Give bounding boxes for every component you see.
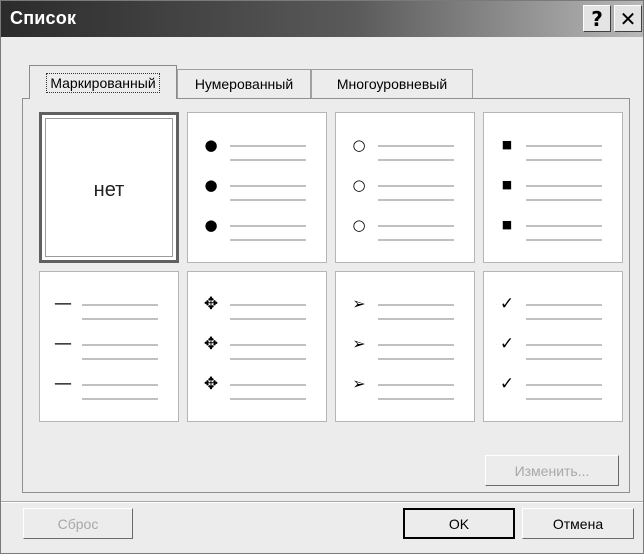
- hollow-circle-bullet-icon: ○: [352, 216, 366, 234]
- cancel-button[interactable]: Отмена: [522, 508, 634, 539]
- tab-numbered-label: Нумерованный: [194, 76, 294, 92]
- preview-line: [526, 239, 602, 241]
- bullet-style-square[interactable]: ■ ■ ■: [483, 112, 623, 263]
- preview-line: [526, 358, 602, 360]
- title-bar: Список ? ✕: [1, 1, 643, 37]
- reset-button-label: Сброс: [57, 515, 99, 532]
- preview-line: [526, 318, 602, 320]
- preview-line: [378, 199, 454, 201]
- checkmark-bullet-icon: ✓: [499, 374, 515, 394]
- preview-line: [526, 398, 602, 400]
- tab-bulleted-label: Маркированный: [46, 72, 160, 93]
- preview-line: [378, 318, 454, 320]
- preview-line: [230, 159, 306, 161]
- square-bullet-icon: ■: [501, 218, 513, 231]
- preview-line: [82, 304, 158, 306]
- dash-bullet-icon: —: [54, 293, 72, 314]
- tab-multilevel-label: Многоуровневый: [336, 76, 448, 92]
- preview-line: [378, 384, 454, 386]
- preview-line: [526, 225, 602, 227]
- preview-line: [230, 318, 306, 320]
- bullet-style-arrowhead[interactable]: ➢ ➢ ➢: [335, 271, 475, 422]
- square-bullet-icon: ■: [501, 178, 513, 191]
- preview-line: [230, 199, 306, 201]
- arrowhead-bullet-icon: ➢: [352, 334, 366, 353]
- four-diamonds-bullet-icon: ✥: [203, 294, 219, 314]
- reset-button[interactable]: Сброс: [23, 508, 133, 539]
- dash-bullet-icon: —: [54, 333, 72, 354]
- footer-separator: [1, 501, 643, 503]
- four-diamonds-bullet-icon: ✥: [203, 374, 219, 394]
- preview-line: [82, 318, 158, 320]
- window-title: Список: [10, 8, 77, 28]
- hollow-circle-bullet-icon: ○: [352, 176, 366, 194]
- checkmark-bullet-icon: ✓: [499, 294, 515, 314]
- arrowhead-bullet-icon: ➢: [352, 374, 366, 393]
- help-icon: ?: [591, 6, 603, 31]
- ok-button-label: OK: [448, 515, 470, 532]
- filled-circle-bullet-icon: ●: [204, 216, 218, 234]
- preview-line: [378, 159, 454, 161]
- preview-line: [526, 199, 602, 201]
- filled-circle-bullet-icon: ●: [204, 176, 218, 194]
- hollow-circle-bullet-icon: ○: [352, 136, 366, 154]
- bullet-style-four-diamonds[interactable]: ✥ ✥ ✥: [187, 271, 327, 422]
- preview-line: [526, 159, 602, 161]
- preview-line: [82, 384, 158, 386]
- close-button[interactable]: ✕: [614, 5, 642, 32]
- ok-button[interactable]: OK: [403, 508, 515, 539]
- preview-line: [378, 145, 454, 147]
- preview-line: [82, 398, 158, 400]
- preview-line: [82, 344, 158, 346]
- preview-line: [378, 304, 454, 306]
- square-bullet-icon: ■: [501, 138, 513, 151]
- four-diamonds-bullet-icon: ✥: [203, 334, 219, 354]
- preview-line: [230, 145, 306, 147]
- modify-button[interactable]: Изменить...: [485, 455, 619, 486]
- preview-line: [526, 304, 602, 306]
- preview-line: [378, 358, 454, 360]
- tab-multilevel[interactable]: Многоуровневый: [311, 69, 473, 98]
- preview-line: [526, 344, 602, 346]
- preview-line: [230, 239, 306, 241]
- bullet-style-dash[interactable]: — — —: [39, 271, 179, 422]
- preview-line: [378, 344, 454, 346]
- bullet-style-checkmark[interactable]: ✓ ✓ ✓: [483, 271, 623, 422]
- tab-bulleted[interactable]: Маркированный: [29, 65, 177, 99]
- preview-line: [230, 185, 306, 187]
- bullet-style-filled-circle[interactable]: ● ● ●: [187, 112, 327, 263]
- preview-line: [526, 185, 602, 187]
- help-button[interactable]: ?: [583, 5, 611, 32]
- arrowhead-bullet-icon: ➢: [352, 294, 366, 313]
- preview-line: [526, 145, 602, 147]
- tab-numbered[interactable]: Нумерованный: [177, 69, 311, 98]
- bullet-style-hollow-circle[interactable]: ○ ○ ○: [335, 112, 475, 263]
- preview-line: [378, 398, 454, 400]
- none-label: нет: [93, 179, 125, 201]
- preview-line: [230, 225, 306, 227]
- preview-line: [230, 344, 306, 346]
- cancel-button-label: Отмена: [552, 515, 604, 532]
- filled-circle-bullet-icon: ●: [204, 136, 218, 154]
- bullet-style-none[interactable]: нет: [39, 112, 179, 263]
- preview-line: [378, 185, 454, 187]
- preview-line: [378, 225, 454, 227]
- checkmark-bullet-icon: ✓: [499, 334, 515, 354]
- preview-line: [230, 384, 306, 386]
- preview-line: [230, 358, 306, 360]
- modify-button-label: Изменить...: [514, 462, 590, 479]
- preview-line: [526, 384, 602, 386]
- preview-line: [82, 358, 158, 360]
- preview-line: [230, 398, 306, 400]
- close-icon: ✕: [619, 6, 637, 31]
- dash-bullet-icon: —: [54, 373, 72, 394]
- list-dialog: Список ? ✕ Маркированный Нумерованный Мн…: [0, 0, 644, 554]
- preview-line: [230, 304, 306, 306]
- bullet-style-panel: нет ● ● ● ○ ○ ○ ■ ■ ■ — — — ✥ ✥ ✥ ➢ ➢ ➢ ✓ ✓ ✓ Изменить...: [22, 98, 630, 493]
- preview-line: [378, 239, 454, 241]
